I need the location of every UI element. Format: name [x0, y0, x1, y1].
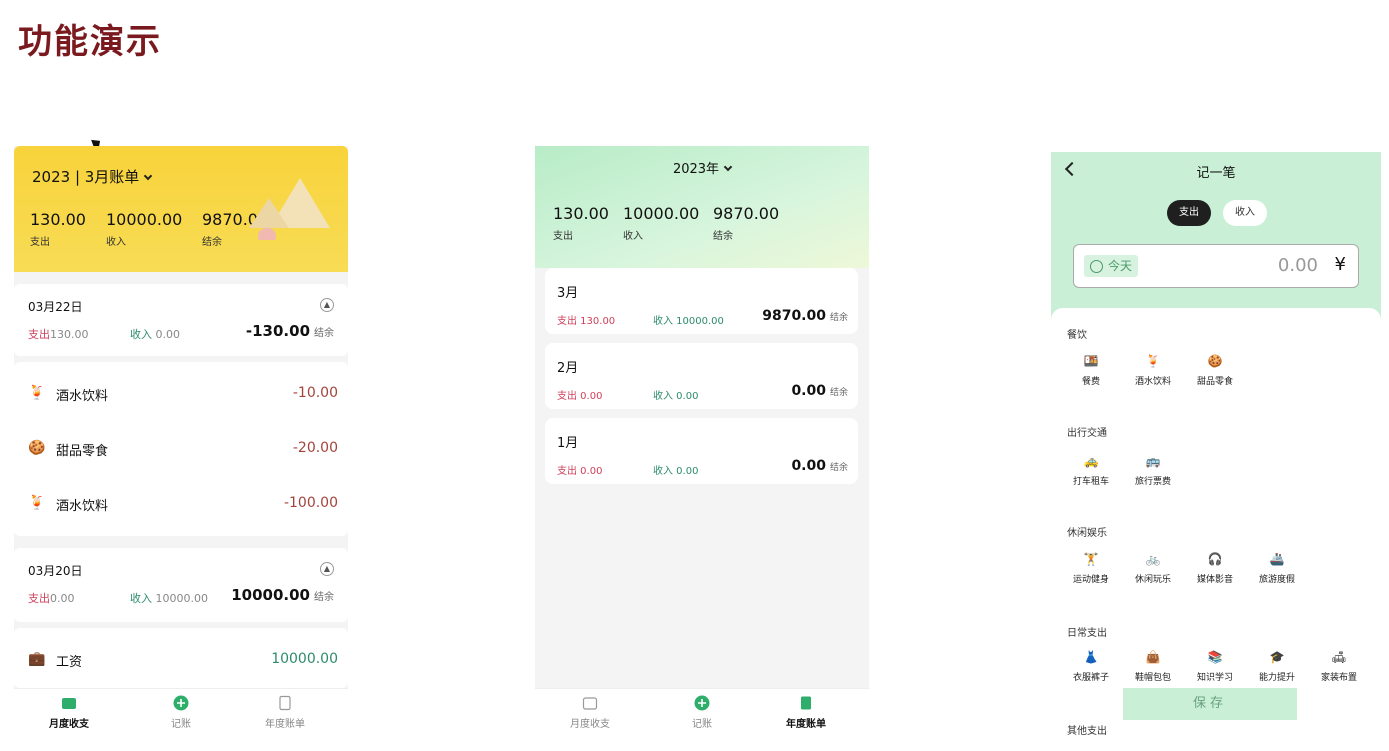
- tab-yearly[interactable]: 年度账单: [240, 695, 330, 730]
- monthly-header: 2023 | 3月账单 130.00 支出 10000.00 收入 9870.00 结…: [14, 146, 348, 272]
- bus-icon: 🚌: [1145, 454, 1161, 468]
- summary-expense: 130.00 支出: [30, 210, 86, 248]
- summary-income: 10000.00 收入: [623, 204, 700, 242]
- yearly-header: 2023年 130.00 支出 10000.00 收入 9870.00 结余: [535, 146, 869, 268]
- cookie-icon: 🍪: [28, 440, 46, 456]
- tab-yearly[interactable]: 年度账单: [761, 695, 851, 730]
- bicycle-icon: 🚲: [1145, 552, 1161, 566]
- page-title: 功能演示: [18, 22, 162, 62]
- amount-input[interactable]: 今天 0.00 ¥: [1073, 244, 1359, 288]
- yearly-bill-screen: 2023年 130.00 支出 10000.00 收入 9870.00 结余 3月 支…: [535, 146, 869, 736]
- list-item[interactable]: 🍹 酒水饮料 -100.00: [14, 478, 348, 528]
- category-skills[interactable]: 🎓 能力提升: [1251, 650, 1303, 683]
- amount-value: 0.00: [1277, 255, 1318, 276]
- handbag-icon: 👜: [1145, 650, 1161, 664]
- year-selector[interactable]: 2023年: [535, 158, 869, 177]
- tab-record[interactable]: 记账: [657, 695, 747, 730]
- month-card-february[interactable]: 2月 支出 0.00 收入 0.00 0.00 结余: [545, 343, 858, 409]
- income-toggle[interactable]: 收入: [1223, 200, 1267, 226]
- cocktail-icon: 🍹: [28, 385, 46, 401]
- bento-icon: 🍱: [1083, 354, 1099, 368]
- document-icon: [279, 695, 291, 711]
- category-bags[interactable]: 👜 鞋帽包包: [1127, 650, 1179, 683]
- category-travel-ticket[interactable]: 🚌 旅行票费: [1127, 454, 1179, 487]
- graduation-cap-icon: 🎓: [1269, 650, 1285, 664]
- headphones-icon: 🎧: [1207, 552, 1223, 566]
- summary-balance: 9870.00 结余: [713, 204, 780, 242]
- month-card-march[interactable]: 3月 支出 130.00 收入 10000.00 9870.00 结余: [545, 268, 858, 334]
- category-panel: 餐饮 🍱 餐费 🍹 酒水饮料 🍪 甜品零食 出行交通 🚕 打车租车 🚌 旅行票费 休闲娱乐…: [1051, 308, 1381, 738]
- folder-icon: [582, 697, 598, 710]
- add-circle-icon: [173, 695, 189, 711]
- summary-expense: 130.00 支出: [553, 204, 609, 242]
- bottom-tab-bar: 月度收支 记账 年度账单: [535, 688, 869, 736]
- list-item[interactable]: 💼 工资 10000.00: [14, 634, 348, 684]
- save-button[interactable]: 保存: [1123, 688, 1297, 720]
- chevron-down-icon: [723, 162, 733, 172]
- dress-icon: 👗: [1083, 650, 1099, 664]
- month-card-january[interactable]: 1月 支出 0.00 收入 0.00 0.00 结余: [545, 418, 858, 484]
- dumbbell-icon: 🏋: [1083, 552, 1099, 566]
- cookie-icon: 🍪: [1207, 354, 1223, 368]
- camel-decoration-icon: [258, 228, 276, 240]
- screen-title: 记一笔: [1196, 166, 1236, 181]
- day-items-card: 🍹 酒水饮料 -10.00 🍪 甜品零食 -20.00 🍹 酒水饮料 -100.00: [14, 362, 348, 536]
- category-fitness[interactable]: 🏋 运动健身: [1065, 552, 1117, 585]
- category-study[interactable]: 📚 知识学习: [1189, 650, 1241, 683]
- collapse-icon[interactable]: ▲: [320, 562, 334, 576]
- category-snacks[interactable]: 🍪 甜品零食: [1189, 354, 1241, 387]
- bottom-tab-bar: 月度收支 记账 年度账单: [14, 688, 348, 736]
- wallet-icon: 💼: [28, 651, 46, 667]
- add-circle-icon: [694, 695, 710, 711]
- pyramid-decoration-icon: [249, 198, 289, 228]
- expense-toggle[interactable]: 支出: [1167, 200, 1211, 226]
- month-selector[interactable]: 2023 | 3月账单: [32, 166, 153, 187]
- tab-record[interactable]: 记账: [136, 695, 226, 730]
- chevron-down-icon: [144, 171, 153, 181]
- summary-income: 10000.00 收入: [106, 210, 183, 248]
- currency-symbol: ¥: [1334, 254, 1346, 275]
- sofa-icon: 🛋: [1331, 650, 1347, 664]
- document-icon: [801, 696, 811, 710]
- day-items-card: 💼 工资 10000.00: [14, 628, 348, 688]
- category-drinks[interactable]: 🍹 酒水饮料: [1127, 354, 1179, 387]
- folder-icon: [62, 698, 76, 709]
- tab-monthly[interactable]: 月度收支: [24, 695, 114, 730]
- category-home-decor[interactable]: 🛋 家装布置: [1313, 650, 1365, 683]
- ship-icon: 🚢: [1269, 552, 1285, 566]
- monthly-bill-screen: 2023 | 3月账单 130.00 支出 10000.00 收入 9870.00 结…: [14, 146, 348, 736]
- tab-monthly[interactable]: 月度收支: [545, 695, 635, 730]
- collapse-icon[interactable]: ▲: [320, 298, 334, 312]
- category-clothes[interactable]: 👗 衣服裤子: [1065, 650, 1117, 683]
- day-summary-card: 03月22日 ▲ 支出130.00 收入 0.00 -130.00 结余: [14, 284, 348, 356]
- category-meal[interactable]: 🍱 餐费: [1065, 354, 1117, 387]
- list-item[interactable]: 🍹 酒水饮料 -10.00: [14, 368, 348, 418]
- cocktail-icon: 🍹: [28, 495, 46, 511]
- category-media[interactable]: 🎧 媒体影音: [1189, 552, 1241, 585]
- books-icon: 📚: [1207, 650, 1223, 664]
- day-summary-card: 03月20日 ▲ 支出0.00 收入 10000.00 10000.00 结余: [14, 548, 348, 622]
- add-record-screen: 记一笔 支出 收入 今天 0.00 ¥ 餐饮 🍱 餐费 🍹 酒水饮料 🍪 甜品零食 出…: [1051, 152, 1381, 738]
- category-vacation[interactable]: 🚢 旅游度假: [1251, 552, 1303, 585]
- category-taxi[interactable]: 🚕 打车租车: [1065, 454, 1117, 487]
- cocktail-icon: 🍹: [1145, 354, 1161, 368]
- taxi-icon: 🚕: [1083, 454, 1099, 468]
- date-picker-today[interactable]: 今天: [1084, 255, 1139, 277]
- list-item[interactable]: 🍪 甜品零食 -20.00: [14, 423, 348, 473]
- category-leisure[interactable]: 🚲 休闲玩乐: [1127, 552, 1179, 585]
